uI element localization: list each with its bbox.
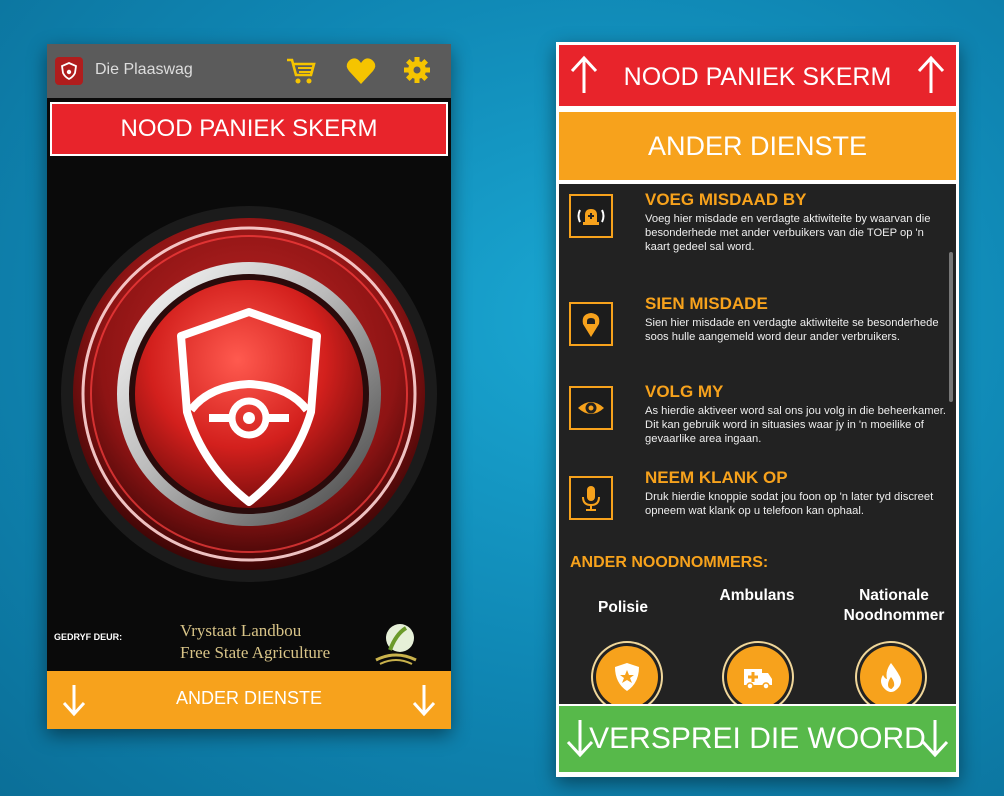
other-services-button[interactable]: ANDER DIENSTE [47,671,451,729]
emergency-numbers-title: ANDER NOODNOMMERS: [570,554,769,571]
sponsor-section: GEDRYF DEUR: Vrystaat Landbou Free State… [50,618,448,670]
sponsor-logo-icon [372,620,420,671]
service-description: Voeg hier misdade en verdagte aktiwiteit… [645,213,931,253]
share-label: VERSPREI DIE WOORD [589,722,926,755]
app-title: Die Plaaswag [95,61,193,78]
app-logo-icon [55,57,83,85]
arrow-down-icon [920,718,950,766]
panic-screen-label: NOOD PANIEK SKERM [623,63,892,91]
sponsor-label: GEDRYF DEUR: [54,632,123,642]
other-services-header: ANDER DIENSTE [559,112,956,180]
heart-icon[interactable] [345,56,377,91]
fire-icon[interactable] [860,646,922,704]
arrow-up-icon [916,55,946,102]
sponsor-name: Vrystaat Landbou Free State Agriculture [180,620,330,664]
eye-icon [569,386,613,430]
arrow-down-icon [411,683,437,722]
ambulance-icon[interactable] [727,646,789,704]
panic-button[interactable] [59,204,439,584]
service-description: As hierdie aktiveer word sal ons jou vol… [645,405,946,445]
emergency-label: Polisie [598,599,648,616]
emergency-label: Ambulans [719,587,795,604]
panic-screen-button[interactable]: NOOD PANIEK SKERM [559,45,956,106]
alarm-bell-icon [569,194,613,238]
location-pin-icon [569,302,613,346]
app-bar: Die Plaaswag [47,44,451,98]
service-description: Druk hierdie knoppie sodat jou foon op '… [645,491,934,517]
service-description: Sien hier misdade en verdagte aktiwiteit… [645,317,939,343]
service-title: VOEG MISDAAD BY [645,190,807,209]
service-title: VOLG MY [645,382,724,401]
service-title: NEEM KLANK OP [645,468,788,487]
emergency-label: Nationale Noodnommer [843,587,945,624]
share-button[interactable]: VERSPREI DIE WOORD [559,706,956,772]
phone-screen-services: NOOD PANIEK SKERM ANDER DIENSTE VOEG MIS… [556,42,959,777]
sponsor-name-line1: Vrystaat Landbou [180,621,302,640]
service-title: SIEN MISDADE [645,294,768,313]
police-badge-icon[interactable] [596,646,658,704]
cart-icon[interactable] [285,56,317,91]
other-services-label: ANDER DIENSTE [175,688,323,708]
microphone-icon [569,476,613,520]
services-list[interactable]: VOEG MISDAAD BY Voeg hier misdade en ver… [559,184,956,704]
panic-screen-header[interactable]: NOOD PANIEK SKERM [50,102,448,156]
sponsor-name-line2: Free State Agriculture [180,643,331,662]
gear-icon[interactable] [402,55,432,90]
phone-screen-main: Die Plaaswag NOOD PANIEK SKERM GEDRYF DE… [47,44,451,729]
